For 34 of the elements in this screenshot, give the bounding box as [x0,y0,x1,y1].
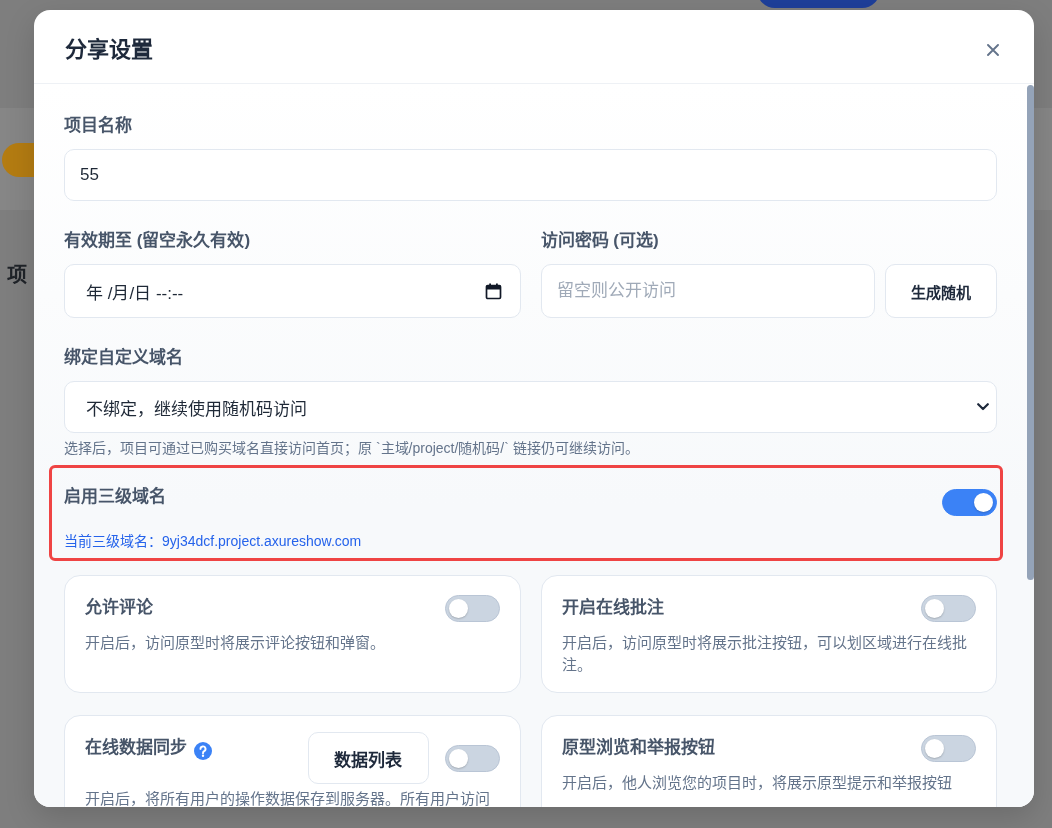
help-icon[interactable] [194,742,212,760]
option-description: 开启后，访问原型时将展示评论按钮和弹窗。 [85,633,385,653]
toggle-switch[interactable] [444,594,500,622]
option-description: 开启后，他人浏览您的项目时，将展示原型提示和举报按钮 [561,773,952,793]
option-description: 开启后，将所有用户的操作数据保存到服务器。所有用户访问 [85,789,490,807]
toggle-switch[interactable] [444,744,500,772]
calendar-icon[interactable] [484,282,502,300]
toggle-switch[interactable] [921,734,976,762]
date-time-field[interactable]: 年 /月/日 --:-- [64,264,521,318]
generate-random-button[interactable]: 生成随机 [885,264,997,318]
hint-text: 选择后，项目可通过已购买域名直接访问首页；原 `主域/project/随机码/` 链接仍可继续访问。 [64,439,639,458]
option-title: 原型浏览和举报按钮 [561,736,715,759]
field-label: 项目名称 [64,115,132,137]
subdomain-address: 当前三级域名：9yj34dcf.project.axureshow.com [64,532,362,551]
option-title: 允许评论 [85,596,153,619]
toggle-switch[interactable] [942,489,997,516]
scrollbar-thumb[interactable] [1027,85,1034,580]
close-icon [987,43,999,56]
dialog-title: 分享设置 [65,35,153,63]
domain-select[interactable]: 不绑定，继续使用随机码访问 [64,381,997,433]
project-name-field[interactable]: 55 [64,149,997,201]
option-description: 开启后，访问原型时将展示批注按钮，可以划区域进行在线批注。 [561,633,968,675]
password-field[interactable]: 留空则公开访问 [540,264,875,318]
data-list-button[interactable]: 数据列表 [307,732,429,784]
field-label: 绑定自定义域名 [64,347,183,369]
option-title: 在线数据同步 [85,736,187,759]
toggle-switch[interactable] [921,594,976,622]
page-heading: 项 [7,265,27,285]
chevron-down-icon [977,403,989,411]
option-title: 开启在线批注 [561,597,664,619]
field-label: 启用三级域名 [64,486,166,508]
field-label: 有效期至 (留空永久有效) [64,230,251,252]
field-label: 访问密码 (可选) [540,230,659,252]
status-badge [2,143,34,177]
